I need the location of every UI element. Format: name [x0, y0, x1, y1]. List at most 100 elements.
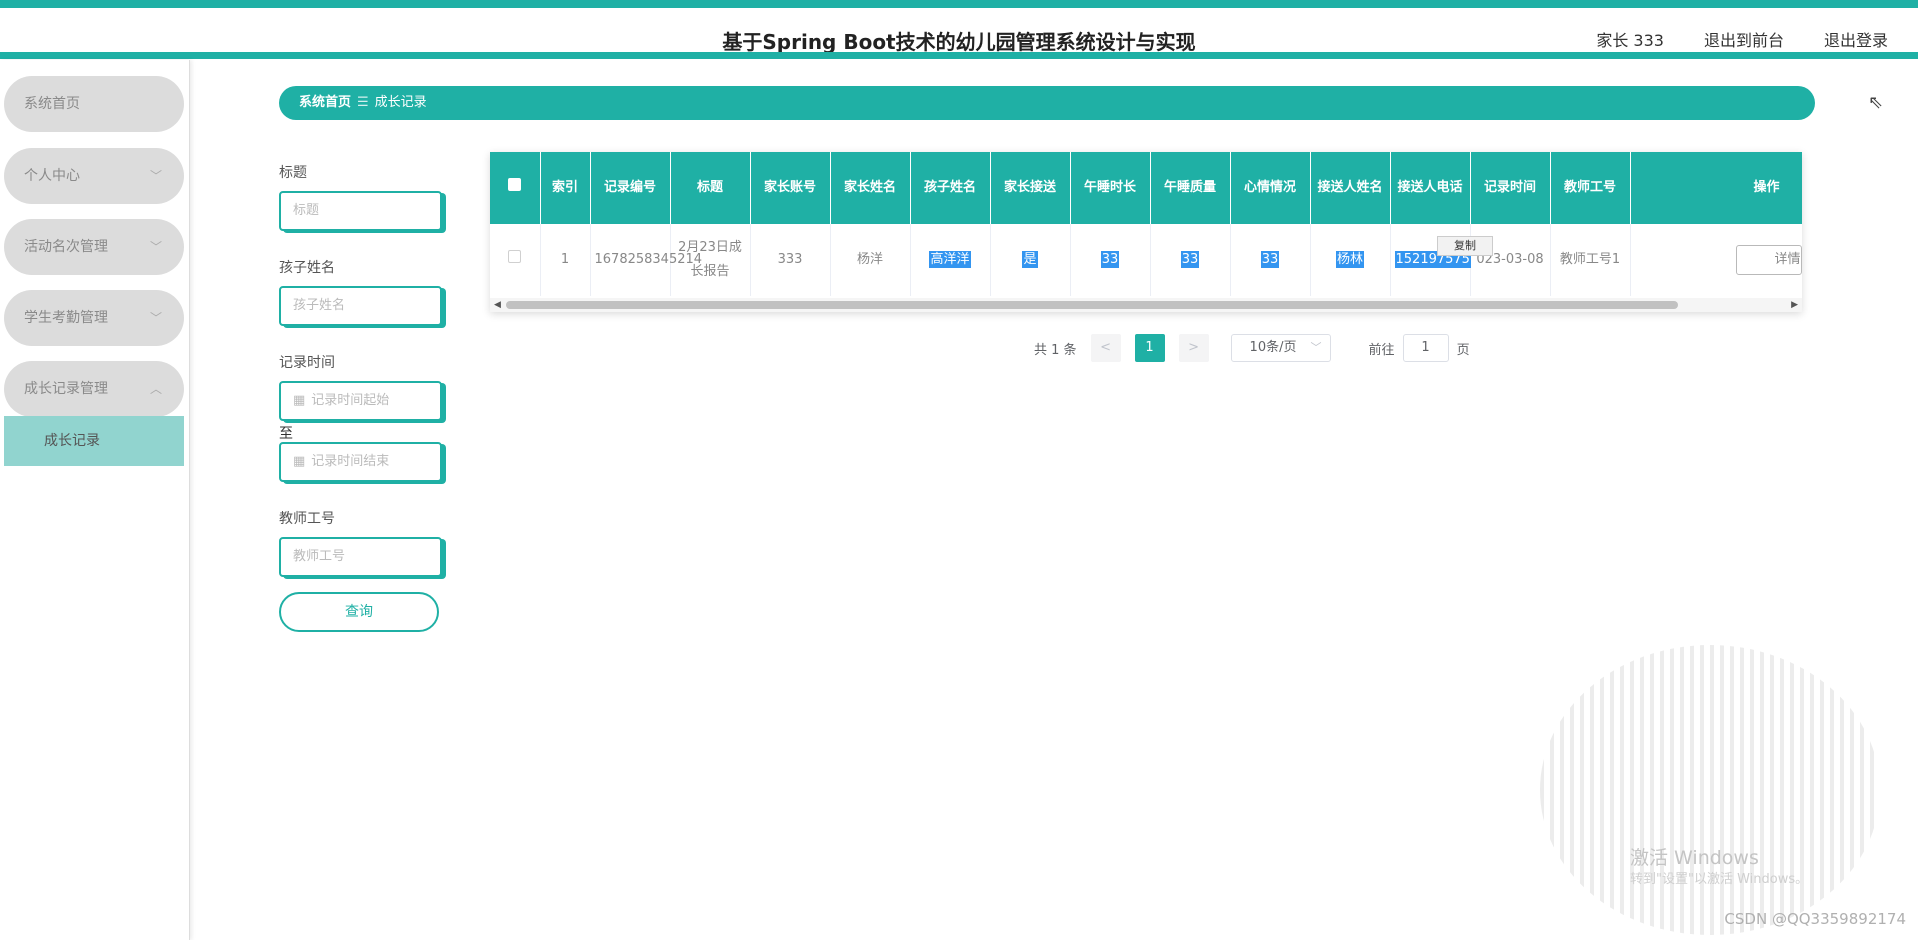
record-time-end-input[interactable]: ▦ 记录时间结束	[279, 442, 442, 482]
column-header: 心情情况	[1230, 152, 1311, 224]
breadcrumb-current: 成长记录	[374, 95, 427, 110]
cell-nap-quality: 33	[1150, 224, 1231, 296]
child-name-filter-label: 孩子姓名	[279, 260, 335, 276]
column-header: 孩子姓名	[910, 152, 991, 224]
select-all-checkbox[interactable]	[490, 152, 541, 224]
child-name-filter-placeholder: 孩子姓名	[293, 298, 346, 313]
prev-page-button[interactable]: <	[1090, 334, 1121, 362]
sidebar-item-label: 活动名次管理	[24, 239, 108, 255]
teacher-no-filter-label: 教师工号	[279, 511, 335, 527]
child-name-filter-input[interactable]: 孩子姓名	[279, 286, 442, 326]
cell-mood: 33	[1230, 224, 1311, 296]
sidebar-item-personal[interactable]: 个人中心 ﹀	[4, 148, 184, 204]
column-header: 家长接送	[990, 152, 1071, 224]
goto-page-input[interactable]: 1	[1402, 334, 1449, 362]
row-checkbox[interactable]	[490, 224, 541, 296]
header-actions: 家长 333 退出到前台 退出登录	[1596, 27, 1888, 51]
next-page-button[interactable]: >	[1178, 334, 1209, 362]
record-time-start-placeholder: 记录时间起始	[311, 393, 390, 408]
goto-label: 前往	[1368, 342, 1395, 358]
current-user: 家长 333	[1596, 31, 1664, 50]
chevron-down-icon: ﹀	[1310, 341, 1322, 354]
logout-link[interactable]: 退出登录	[1824, 27, 1888, 51]
cell-nap-duration: 33	[1070, 224, 1151, 296]
cell-index: 1	[540, 224, 591, 296]
record-time-start-input[interactable]: ▦ 记录时间起始	[279, 381, 442, 421]
column-header: 午睡质量	[1150, 152, 1231, 224]
column-header: 接送人姓名	[1310, 152, 1391, 224]
column-header: 索引	[540, 152, 591, 224]
sidebar-item-label: 成长记录管理	[24, 381, 108, 397]
table-row: 1 1678258345214 2月23日成长报告 333 杨洋 高洋洋 是 3…	[490, 224, 1802, 296]
column-header: 操作	[1630, 152, 1802, 224]
column-header: 午睡时长	[1070, 152, 1151, 224]
windows-activation-title: 激活 Windows	[1630, 847, 1759, 869]
background-watermark	[1540, 645, 1880, 935]
scrollbar-thumb[interactable]	[506, 301, 1678, 309]
sidebar-item-activity-rank[interactable]: 活动名次管理 ﹀	[4, 219, 184, 275]
selected-text: 是	[1022, 251, 1038, 268]
sidebar-item-growth-records[interactable]: 成长记录管理 ︿	[4, 361, 184, 417]
sidebar: 系统首页 个人中心 ﹀ 活动名次管理 ﹀ 学生考勤管理 ﹀ 成长记录管理 ︿ 成…	[0, 60, 190, 940]
teacher-no-filter-input[interactable]: 教师工号	[279, 537, 442, 577]
cell-pickup: 是	[990, 224, 1071, 296]
cell-record-time: 023-03-08	[1470, 224, 1551, 296]
page-size-value: 10条/页	[1249, 340, 1297, 355]
column-header: 教师工号	[1550, 152, 1631, 224]
header: 基于Spring Boot技术的幼儿园管理系统设计与实现 家长 333 退出到前…	[0, 8, 1918, 58]
scroll-right-icon[interactable]: ▶	[1791, 298, 1798, 312]
csdn-watermark: CSDN @QQ3359892174	[1724, 910, 1906, 928]
selected-text: 高洋洋	[929, 251, 971, 268]
chevron-up-icon: ︿	[149, 382, 162, 396]
column-header: 家长姓名	[830, 152, 911, 224]
column-header: 记录编号	[590, 152, 671, 224]
records-table: 索引 记录编号 标题 家长账号 家长姓名 孩子姓名 家长接送 午睡时长 午睡质量…	[490, 152, 1802, 312]
chevron-down-icon: ﹀	[149, 311, 162, 325]
cell-parent-name: 杨洋	[830, 224, 911, 296]
breadcrumb-home[interactable]: 系统首页	[299, 95, 351, 110]
mouse-cursor-icon: ⇖	[1868, 92, 1884, 113]
query-button[interactable]: 查询	[279, 592, 439, 632]
detail-button[interactable]: 详情	[1735, 245, 1802, 275]
page-size-select[interactable]: 10条/页 ﹀	[1230, 334, 1331, 362]
column-header: 家长账号	[750, 152, 831, 224]
calendar-icon: ▦	[293, 393, 306, 408]
cell-record-no: 1678258345214	[590, 224, 702, 296]
back-to-front-link[interactable]: 退出到前台	[1704, 27, 1784, 51]
pagination-total: 共 1 条	[1034, 342, 1077, 358]
sidebar-item-home[interactable]: 系统首页	[4, 76, 184, 132]
column-header: 记录时间	[1470, 152, 1551, 224]
sidebar-subitem-growth-record[interactable]: 成长记录	[4, 416, 184, 466]
table-header-row: 索引 记录编号 标题 家长账号 家长姓名 孩子姓名 家长接送 午睡时长 午睡质量…	[490, 152, 1802, 224]
scroll-left-icon[interactable]: ◀	[494, 298, 501, 312]
sidebar-subitem-label: 成长记录	[44, 433, 100, 449]
date-range-separator: 至	[279, 426, 293, 442]
selected-text: 杨林	[1335, 251, 1364, 268]
horizontal-scrollbar[interactable]: ◀ ▶	[490, 298, 1802, 312]
breadcrumb-separator-icon: ☰	[357, 95, 369, 110]
column-header: 接送人电话	[1390, 152, 1471, 224]
sidebar-item-label: 系统首页	[24, 96, 80, 112]
cell-parent-account: 333	[750, 224, 831, 296]
pagination: 共 1 条 < 1 > 10条/页 ﹀ 前往 1 页	[1034, 334, 1470, 362]
sidebar-item-attendance[interactable]: 学生考勤管理 ﹀	[4, 290, 184, 346]
copy-tooltip[interactable]: 复制	[1437, 236, 1493, 256]
page-button-current[interactable]: 1	[1134, 334, 1165, 362]
title-filter-placeholder: 标题	[293, 203, 320, 218]
cell-pickup-person: 杨林	[1310, 224, 1391, 296]
teacher-no-filter-placeholder: 教师工号	[293, 549, 346, 564]
sidebar-item-label: 个人中心	[24, 168, 80, 184]
selected-text: 33	[1180, 251, 1200, 268]
windows-activation-hint: 转到"设置"以激活 Windows。	[1630, 872, 1809, 887]
top-accent-bar	[0, 0, 1918, 8]
selected-text: 33	[1260, 251, 1280, 268]
title-filter-input[interactable]: 标题	[279, 191, 442, 231]
title-filter-label: 标题	[279, 165, 307, 181]
calendar-icon: ▦	[293, 454, 306, 469]
chevron-down-icon: ﹀	[149, 240, 162, 254]
chevron-down-icon: ﹀	[149, 169, 162, 183]
cell-teacher-no: 教师工号1	[1550, 224, 1631, 296]
cell-child-name: 高洋洋	[910, 224, 991, 296]
column-header: 标题	[670, 152, 751, 224]
page-unit-label: 页	[1456, 342, 1470, 358]
